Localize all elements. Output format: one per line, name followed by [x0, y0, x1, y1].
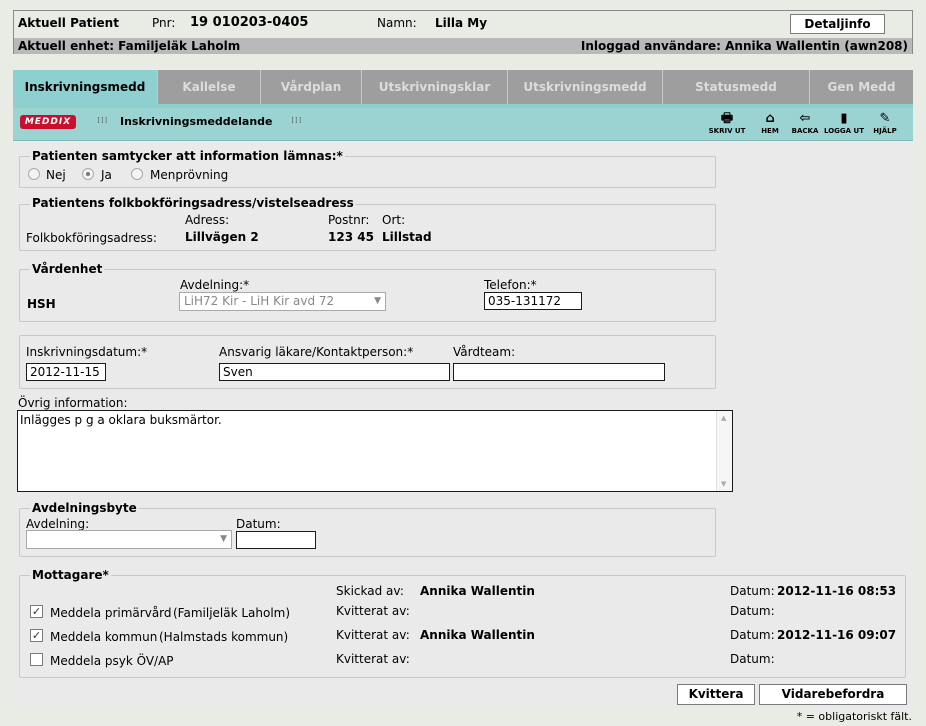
consent-radio-ja[interactable] [82, 168, 94, 180]
tab-statusmedd[interactable]: Statusmedd [663, 70, 810, 104]
other-info-label: Övrig information: [18, 396, 128, 410]
print-button[interactable]: 🖶 SKRIV UT [707, 111, 747, 135]
home-icon: ⌂ [765, 111, 775, 126]
recipient-label-psyk: Meddela psyk ÖV/AP [50, 654, 174, 668]
care-unit-name: HSH [27, 297, 56, 311]
ack-date-label-primarvard: Datum: [730, 604, 775, 618]
patient-header: Aktuell Patient Pnr: 19 010203-0405 Namn… [13, 10, 913, 54]
ward-change-legend: Avdelningsbyte [30, 501, 139, 515]
mandatory-footnote: * = obligatoriskt fält. [796, 710, 912, 723]
consent-radio-menprovning[interactable] [131, 168, 143, 180]
address-col-postnr: Postnr: [328, 213, 370, 227]
ward-change-datum-input[interactable] [236, 531, 316, 549]
postnr-value: 123 45 [328, 230, 374, 244]
tab-utskrivningsmedd[interactable]: Utskrivningsmedd [508, 70, 663, 104]
kvittera-button[interactable]: Kvittera [677, 684, 755, 705]
ward-change-avdelning-label: Avdelning: [26, 517, 90, 531]
current-unit: Aktuell enhet: Familjeläk Laholm [18, 39, 241, 53]
vidarebefordra-button[interactable]: Vidarebefordra [759, 684, 907, 705]
consent-legend: Patienten samtycker att information lämn… [30, 149, 345, 163]
help-button[interactable]: ✎ HJÄLP [865, 111, 905, 135]
recipient-label-primarvard: Meddela primärvård [50, 606, 172, 620]
doctor-label: Ansvarig läkare/Kontaktperson:* [219, 345, 414, 359]
consent-option-menprovning: Menprövning [150, 168, 229, 182]
telefon-input[interactable]: 035-131172 [484, 292, 582, 310]
pnr-label: Pnr: [152, 16, 176, 30]
separator-dots: ⁞⁞⁞ [291, 116, 303, 126]
back-arrow-icon: ⇦ [799, 111, 811, 126]
detail-info-button[interactable]: Detaljinfo [790, 14, 885, 34]
help-book-icon: ✎ [879, 111, 891, 126]
recipient-checkbox-psyk[interactable] [30, 653, 43, 666]
back-button[interactable]: ⇦ BACKA [785, 111, 825, 135]
consent-option-ja: Ja [101, 168, 112, 182]
form-title: Inskrivningsmeddelande [120, 115, 273, 128]
logout-button[interactable]: ▮ LOGGA UT [824, 111, 864, 135]
tab-utskrivningsklar[interactable]: Utskrivningsklar [362, 70, 508, 104]
name-label: Namn: [377, 16, 417, 30]
address-row-label: Folkbokföringsadress: [26, 231, 157, 245]
avdelning-select[interactable]: LiH72 Kir - LiH Kir avd 72 ▼ [179, 292, 386, 311]
ack-date-kommun: 2012-11-16 09:07 [777, 628, 897, 642]
ward-change-avdelning-select[interactable]: ▼ [26, 530, 232, 549]
separator-dots: ⁞⁞⁞ [97, 116, 109, 126]
name-value: Lilla My [435, 16, 488, 30]
textarea-scrollbar[interactable]: ▲ ▼ [716, 411, 732, 491]
chevron-down-icon: ▼ [374, 296, 381, 306]
printer-icon: 🖶 [720, 111, 734, 126]
recipient-detail-primarvard: (Familjeläk Laholm) [173, 606, 291, 620]
tab-vardplan[interactable]: Vårdplan [261, 70, 362, 104]
doctor-input[interactable]: Sven [219, 363, 450, 381]
tab-kallelse[interactable]: Kallelse [158, 70, 261, 104]
consent-radio-nej[interactable] [28, 168, 40, 180]
home-button[interactable]: ⌂ HEM [750, 111, 790, 135]
toolbar: MEDDIX ⁞⁞⁞ Inskrivningsmeddelande ⁞⁞⁞ 🖶 … [13, 108, 913, 141]
meddix-logo: MEDDIX [20, 115, 76, 129]
address-legend: Patientens folkbokföringsadress/vistelse… [30, 196, 356, 210]
team-input[interactable] [453, 363, 665, 381]
ort-value: Lillstad [382, 230, 432, 244]
address-col-ort: Ort: [382, 213, 406, 227]
recipient-label-kommun: Meddela kommun [50, 630, 158, 644]
ack-by-kommun: Annika Wallentin [420, 628, 535, 642]
recipients-legend: Mottagare* [30, 568, 111, 582]
recipient-checkbox-primarvard[interactable]: ✓ [30, 605, 43, 618]
recipient-detail-kommun: (Halmstads kommun) [159, 630, 289, 644]
scroll-down-icon[interactable]: ▼ [721, 480, 726, 488]
tab-bar: Inskrivningsmedd Kallelse Vårdplan Utskr… [13, 70, 913, 104]
current-patient-label: Aktuell Patient [18, 16, 119, 30]
sent-by-value: Annika Wallentin [420, 584, 535, 598]
pnr-value: 19 010203-0405 [190, 15, 309, 30]
care-unit-legend: Vårdenhet [30, 262, 105, 276]
ack-label-psyk: Kvitterat av: [336, 652, 410, 666]
tab-gen-medd[interactable]: Gen Medd [810, 70, 913, 104]
ward-change-datum-label: Datum: [236, 517, 281, 531]
sent-date-label: Datum: [730, 584, 775, 598]
ack-date-label-kommun: Datum: [730, 628, 775, 642]
telefon-label: Telefon:* [484, 278, 537, 292]
admission-date-label: Inskrivningsdatum:* [26, 345, 148, 359]
team-label: Vårdteam: [453, 345, 516, 359]
ack-date-label-psyk: Datum: [730, 652, 775, 666]
address-value: Lillvägen 2 [185, 230, 259, 244]
logged-in-user: Inloggad användare: Annika Wallentin (aw… [580, 39, 908, 53]
ack-label-kommun: Kvitterat av: [336, 628, 410, 642]
ack-label-primarvard: Kvitterat av: [336, 604, 410, 618]
tab-inskrivningsmedd[interactable]: Inskrivningsmedd [13, 70, 158, 104]
sent-date-value: 2012-11-16 08:53 [777, 584, 897, 598]
recipient-checkbox-kommun[interactable]: ✓ [30, 629, 43, 642]
consent-option-nej: Nej [46, 168, 66, 182]
logout-door-icon: ▮ [840, 111, 848, 126]
chevron-down-icon: ▼ [220, 534, 227, 544]
scroll-up-icon[interactable]: ▲ [721, 414, 726, 422]
address-col-adress: Adress: [185, 213, 230, 227]
admission-date-input[interactable]: 2012-11-15 [26, 363, 106, 381]
avdelning-label: Avdelning:* [180, 278, 250, 292]
sent-by-label: Skickad av: [336, 584, 404, 598]
other-info-textarea[interactable]: Inlägges p g a oklara buksmärtor. ▲ ▼ [17, 410, 733, 492]
